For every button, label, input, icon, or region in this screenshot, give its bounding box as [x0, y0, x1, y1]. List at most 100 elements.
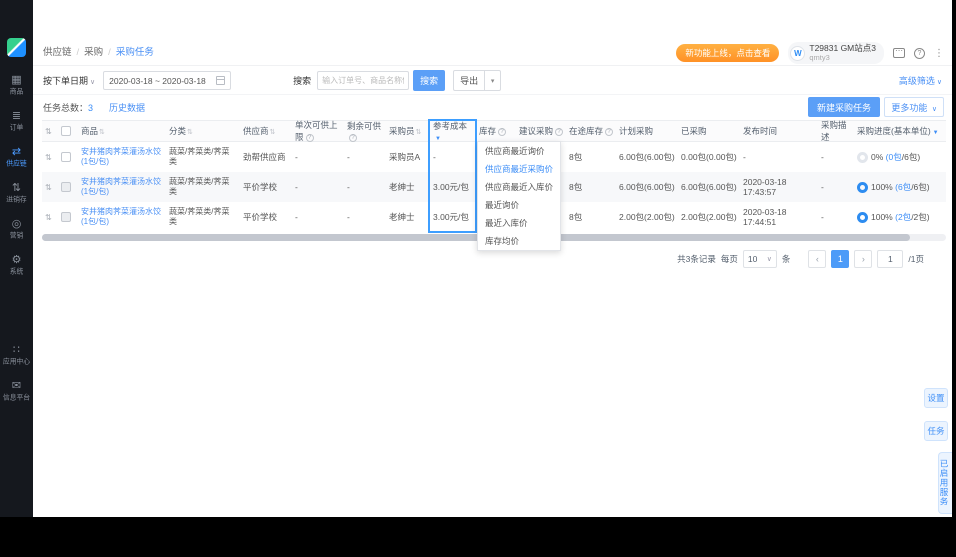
per-page-select[interactable]: 10	[742, 250, 777, 268]
sort-icon	[99, 129, 105, 136]
sidebar-item-goods[interactable]: 商品	[0, 74, 33, 97]
sidebar-item-orders[interactable]: 订单	[0, 110, 33, 133]
page-jump-input[interactable]: 1	[877, 250, 904, 268]
col-header-remaining: 剩余可供	[344, 120, 386, 142]
menu-item-supplier-latest-purchase-price[interactable]: 供应商最近采购价	[478, 160, 560, 178]
col-header-purchased: 已采购	[681, 126, 707, 136]
product-link[interactable]: 安井猪肉荠菜灌汤水饺(1包/包)	[81, 177, 163, 198]
info-icon[interactable]	[498, 127, 507, 136]
avatar	[790, 45, 806, 61]
new-purchase-task-button[interactable]: 新建采购任务	[807, 97, 880, 117]
filter-caret-icon[interactable]	[435, 136, 441, 142]
col-header-publish-time: 发布时间	[743, 126, 778, 136]
sidebar-item-app-center[interactable]: 应用中心	[0, 344, 33, 367]
sidebar-item-marketing[interactable]: 营销	[0, 218, 33, 241]
topbar-right-cluster: 新功能上线，点击查看 T29831 GM站点3 qmty3	[676, 40, 944, 66]
sort-icon	[187, 129, 193, 136]
menu-item-latest-inbound-price[interactable]: 最近入库价	[478, 214, 560, 232]
info-icon[interactable]	[349, 133, 357, 142]
tasks-float-button[interactable]: 任务	[924, 421, 948, 441]
planned-cell: 6.00包(6.00包)	[619, 152, 675, 162]
select-all-checkbox[interactable]	[61, 126, 71, 137]
info-icon[interactable]	[305, 133, 314, 142]
calendar-icon	[216, 76, 226, 85]
info-icon[interactable]	[605, 127, 614, 136]
goods-icon	[0, 74, 33, 86]
row-checkbox[interactable]	[61, 152, 71, 163]
info-icon[interactable]	[555, 127, 564, 136]
next-page-button[interactable]	[854, 250, 873, 268]
sidebar-item-system[interactable]: 系统	[0, 254, 33, 277]
breadcrumb-purchase[interactable]: 采购	[72, 47, 104, 58]
col-header-progress[interactable]: 采购进度(基本单位)	[854, 125, 946, 137]
row-order-sort-icon[interactable]	[45, 127, 52, 136]
category-cell: 蔬菜/荠菜类/荠菜类	[169, 176, 230, 196]
col-header-supplier[interactable]: 供应商	[240, 125, 292, 137]
planned-cell: 6.00包(6.00包)	[619, 182, 675, 192]
col-header-purchaser[interactable]: 采购员	[386, 125, 430, 137]
category-cell: 蔬菜/荠菜类/荠菜类	[169, 146, 230, 166]
search-button[interactable]: 搜索	[413, 70, 446, 91]
chevron-down-icon	[932, 106, 937, 113]
page-1-button[interactable]: 1	[831, 250, 850, 268]
col-header-product[interactable]: 商品	[78, 125, 166, 137]
menu-item-supplier-latest-inbound-price[interactable]: 供应商最近入库价	[478, 178, 560, 196]
sidebar-nav-bottom: 应用中心 信息平台	[0, 344, 33, 416]
sidebar-item-inventory[interactable]: 进销存	[0, 182, 33, 205]
col-header-category[interactable]: 分类	[166, 125, 240, 137]
marketing-icon	[0, 218, 33, 230]
prev-page-button[interactable]	[808, 250, 827, 268]
menu-item-supplier-latest-quote[interactable]: 供应商最近询价	[478, 142, 560, 160]
col-header-in-transit: 在途库存	[566, 125, 616, 137]
app-logo[interactable]	[7, 38, 26, 57]
message-icon[interactable]	[893, 46, 905, 58]
date-range-input[interactable]: 2020-03-18 ~ 2020-03-18	[103, 71, 232, 90]
filter-caret-icon[interactable]	[933, 130, 939, 136]
row-checkbox-disabled	[61, 182, 71, 193]
chevron-down-icon	[767, 255, 772, 263]
more-functions-button[interactable]: 更多功能	[884, 97, 944, 117]
settings-float-button[interactable]: 设置	[924, 388, 948, 408]
supplier-cell: 劲帮供应商	[243, 152, 286, 162]
purchased-cell: 0.00包(0.00包)	[681, 152, 737, 162]
search-input[interactable]	[317, 71, 410, 90]
scrollbar-thumb[interactable]	[42, 234, 910, 241]
inventory-icon	[0, 182, 33, 194]
in-transit-cell: 8包	[569, 212, 583, 222]
publish-time-cell: 2020-03-18 17:44:51	[743, 207, 787, 227]
app-center-icon	[0, 344, 33, 356]
new-feature-promo-button[interactable]: 新功能上线，点击查看	[676, 44, 780, 62]
account-chip[interactable]: T29831 GM站点3 qmty3	[788, 42, 884, 64]
date-type-select[interactable]: 按下单日期	[43, 74, 95, 87]
description-cell: -	[821, 182, 824, 192]
col-header-ref-cost[interactable]: 参考成本	[430, 120, 476, 142]
main-area: 供应链采购采购任务 新功能上线，点击查看 T29831 GM站点3 qmty3 …	[33, 0, 952, 517]
enabled-service-side-tab[interactable]: 已启用服务	[938, 452, 952, 514]
product-link[interactable]: 安井猪肉荠菜灌汤水饺(1包/包)	[81, 147, 163, 168]
total-pages-label: /1页	[908, 254, 924, 264]
help-icon[interactable]	[914, 47, 925, 59]
row-drag-icon[interactable]	[45, 153, 52, 162]
task-total: 任务总数：3	[43, 103, 94, 113]
sidebar-item-info-platform[interactable]: 信息平台	[0, 380, 33, 403]
breadcrumb-supply-chain[interactable]: 供应链	[43, 47, 72, 58]
row-drag-icon[interactable]	[45, 213, 52, 222]
menu-item-stock-average-price[interactable]: 库存均价	[478, 232, 560, 250]
date-range-value: 2020-03-18 ~ 2020-03-18	[109, 75, 206, 86]
more-menu-icon[interactable]	[934, 48, 944, 59]
menu-item-latest-quote[interactable]: 最近询价	[478, 196, 560, 214]
account-name: T29831 GM站点3	[809, 43, 876, 53]
product-link[interactable]: 安井猪肉荠菜灌汤水饺(1包/包)	[81, 207, 163, 228]
progress-cell: 100% (6包/6包)	[854, 181, 946, 194]
description-cell: -	[821, 212, 824, 222]
history-data-link[interactable]: 历史数据	[109, 101, 145, 114]
max-supply-cell: -	[295, 212, 298, 222]
publish-time-cell: -	[743, 152, 746, 162]
system-icon	[0, 254, 33, 266]
advanced-filter-link[interactable]: 高级筛选	[899, 74, 942, 87]
export-button[interactable]: 导出	[453, 70, 486, 91]
account-subname: qmty3	[809, 53, 830, 62]
row-drag-icon[interactable]	[45, 183, 52, 192]
export-dropdown-caret[interactable]	[485, 70, 502, 91]
sidebar-item-supply-chain[interactable]: 供应链	[0, 146, 33, 169]
